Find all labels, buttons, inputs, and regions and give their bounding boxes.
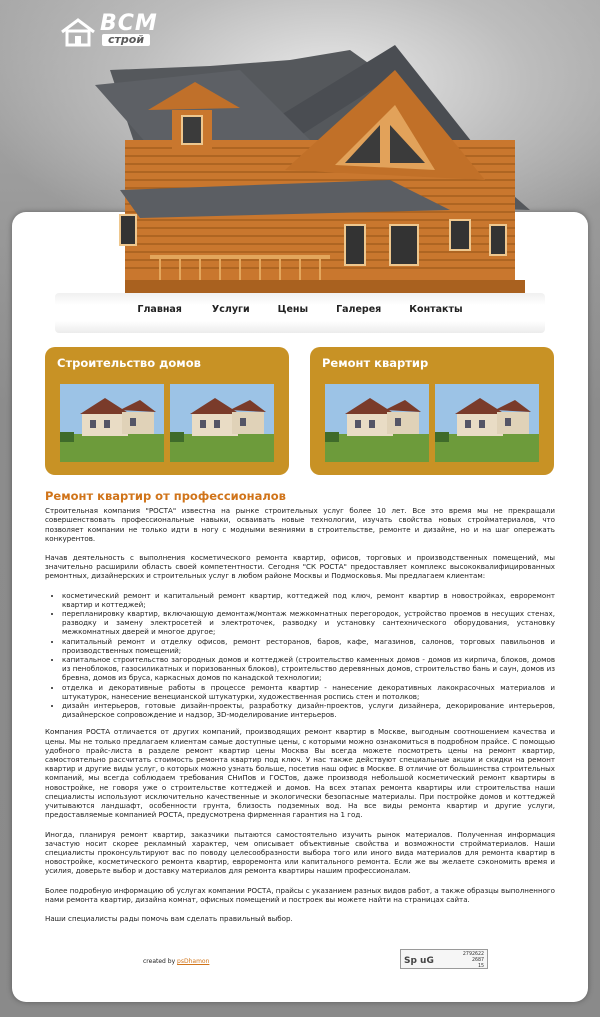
counter-value: 15	[477, 963, 484, 969]
thumbnail-image[interactable]	[325, 384, 429, 462]
thumbnail-image[interactable]	[60, 384, 164, 462]
article-paragraph: Строительная компания "РОСТА" известна н…	[45, 506, 555, 543]
visit-counter-badge[interactable]: Sp uG 2792622 2687 15	[400, 949, 488, 969]
list-item: дизайн интерьеров, готовые дизайн-проект…	[62, 701, 555, 719]
nav-contacts[interactable]: Контакты	[409, 300, 462, 322]
list-item: отделка и декоративные работы в процессе…	[62, 683, 555, 701]
feature-box-title: Строительство домов	[57, 356, 201, 370]
credit-link[interactable]: psDhamon	[177, 958, 209, 965]
nav-gallery[interactable]: Галерея	[336, 300, 381, 322]
list-item: косметический ремонт и капитальный ремон…	[62, 591, 555, 609]
nav-prices[interactable]: Цены	[278, 300, 308, 322]
feature-box-renovation[interactable]: Ремонт квартир	[310, 347, 554, 475]
counter-numbers: 2792622 2687 15	[463, 951, 484, 969]
feature-box-construction[interactable]: Строительство домов	[45, 347, 289, 475]
main-nav: Главная Услуги Цены Галерея Контакты	[55, 300, 545, 322]
thumbnail-image[interactable]	[170, 384, 274, 462]
article-paragraph: Наши специалисты рады помочь вам сделать…	[45, 913, 293, 923]
article-paragraph: Компания РОСТА отличается от других комп…	[45, 727, 555, 820]
list-item: перепланировку квартир, включающую демон…	[62, 609, 555, 637]
feature-box-title: Ремонт квартир	[322, 356, 429, 370]
counter-logo-text: Sp uG	[404, 956, 434, 966]
list-item: капитальное строительство загородных дом…	[62, 655, 555, 683]
thumbnail-image[interactable]	[435, 384, 539, 462]
nav-home[interactable]: Главная	[137, 300, 182, 322]
article-paragraph: Иногда, планируя ремонт квартир, заказчи…	[45, 829, 555, 876]
article-paragraph: Более подробную информацию об услугах ко…	[45, 885, 555, 904]
credit-prefix: created by	[143, 958, 176, 965]
nav-services[interactable]: Услуги	[212, 300, 250, 322]
article-heading: Ремонт квартир от профессионалов	[45, 489, 286, 503]
article: Ремонт квартир от профессионалов Строите…	[45, 489, 555, 933]
footer-credit: created by psDhamon	[143, 958, 209, 965]
services-list: косметический ремонт и капитальный ремон…	[62, 591, 555, 720]
list-item: капитальный ремонт и отделку офисов, рем…	[62, 637, 555, 655]
article-paragraph: Начав деятельность с выполнения косметич…	[45, 553, 555, 581]
log-house-illustration	[95, 45, 530, 294]
